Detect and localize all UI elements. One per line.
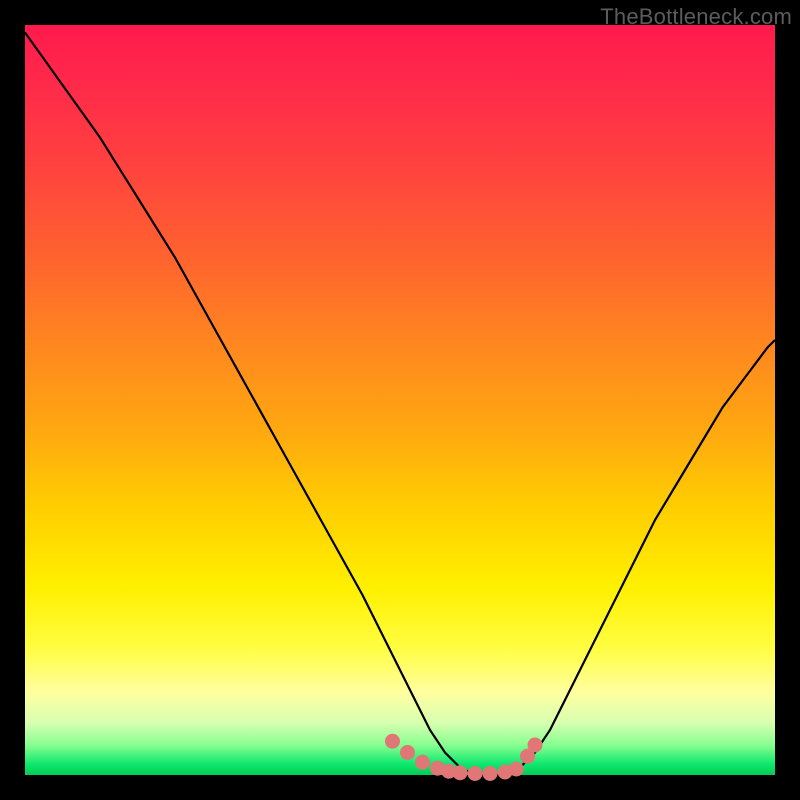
marker-dot bbox=[483, 766, 498, 781]
marker-dot bbox=[468, 766, 483, 781]
marker-dot bbox=[509, 762, 524, 777]
bottom-dots bbox=[385, 734, 543, 781]
watermark-text: TheBottleneck.com bbox=[600, 4, 792, 30]
left-curve bbox=[25, 33, 490, 776]
chart-frame: TheBottleneck.com bbox=[0, 0, 800, 800]
marker-dot bbox=[400, 745, 415, 760]
plot-area bbox=[25, 25, 775, 775]
marker-dot bbox=[415, 755, 430, 770]
marker-dot bbox=[528, 738, 543, 753]
marker-dot bbox=[385, 734, 400, 749]
marker-dot bbox=[453, 765, 468, 780]
chart-svg bbox=[25, 25, 775, 775]
right-curve bbox=[490, 340, 775, 775]
